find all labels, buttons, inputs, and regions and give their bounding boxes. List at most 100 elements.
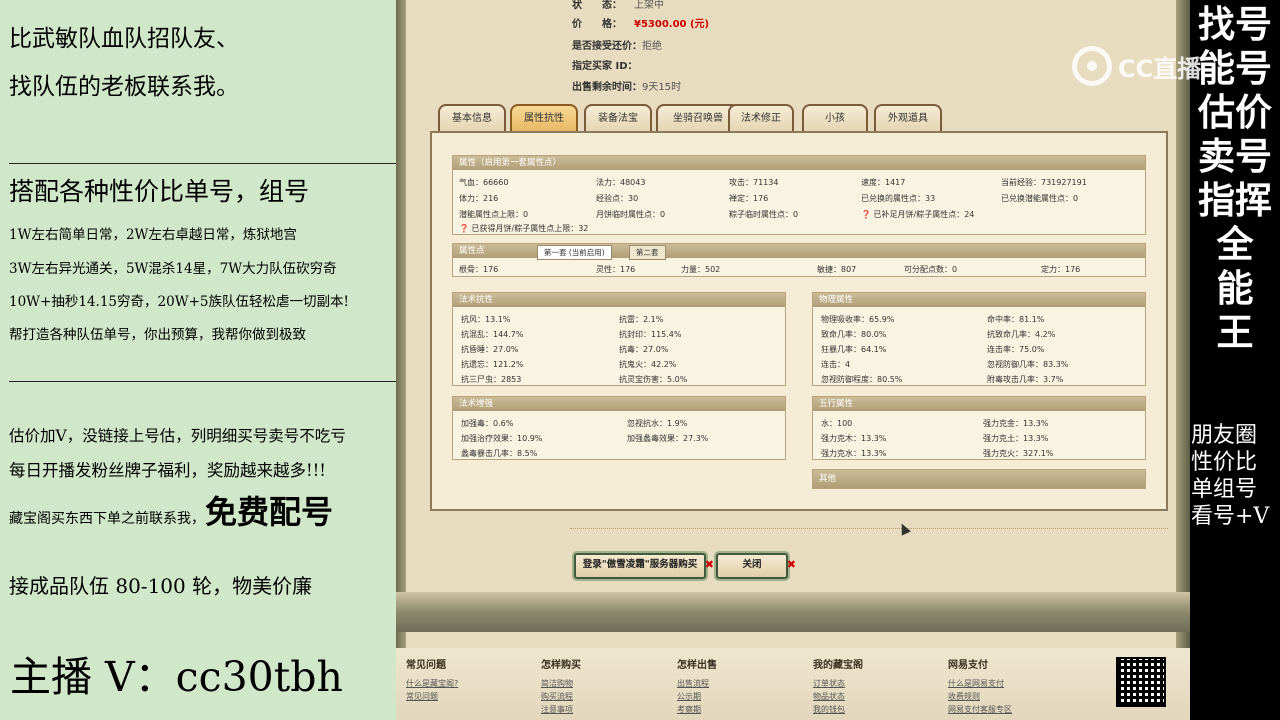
tab-appearance[interactable]: 外观道具 [874,104,942,132]
site-footer: 常见问题 什么是藏宝阁? 常见问题 怎样购买 简洁购物 购买流程 注意事项 怎样… [396,648,1190,720]
footer-col-pay: 网易支付 什么是网易支付 收费规则 网易支付客服专区 [948,660,1012,716]
tab-child[interactable]: 小孩 [802,104,868,132]
resist-cell: 抗昏睡：27.0% [461,345,519,354]
attr-cell: 当前经验：731927191 [1001,178,1087,187]
remaining-row: 出售剩余时间：9天15时 [572,82,682,93]
phys-cell: 致命几率：80.0% [821,330,887,339]
attr-cell: 体力：216 [459,194,499,203]
attributes-header: 属性（启用第一套属性点） [453,156,1145,170]
frame-right [1176,0,1190,650]
tab-basic-info[interactable]: 基本信息 [438,104,506,132]
footer-col-buy: 怎样购买 简洁购物 购买流程 注意事项 [541,660,581,716]
attr-cell: 禅定：176 [729,194,769,203]
footer-link[interactable]: 我的钱包 [813,703,863,716]
element-cell: 强力克火：327.1% [983,449,1054,458]
footer-link[interactable]: 注意事项 [541,703,581,716]
attributes-panel: 属性（启用第一套属性点） 气血：66660 法力：48043 攻击：71134 … [430,131,1168,511]
streamer-left-panel: 比武敏队血队招队友、 找队伍的老板联系我。 搭配各种性价比单号，组号 1W左右简… [0,0,396,720]
treasure-pavilion-page: 状 态： 上架中 价 格： ¥5300.00 (元) 是否接受还价：拒绝 指定买家 … [396,0,1190,720]
element-cell: 强力克土：13.3% [983,434,1049,443]
boost-cell: 加强蠡毒效果：27.3% [627,434,709,443]
combo-line-4: 帮打造各种队伍单号，你出预算，我帮你做到极致 [9,327,306,343]
phys-cell: 狂暴几率：64.1% [821,345,887,354]
resist-cell: 抗雷：2.1% [619,315,664,324]
banner-line: 指挥 [1198,178,1272,222]
banner-line: 估价 [1198,90,1272,134]
attribute-points-section: 属性点 第一套 (当前启用) 第二套 根骨：176 灵性：176 力量：502 … [452,243,1146,277]
combo-line-3: 10W+抽秒14.15穷奇，20W+5族队伍轻松虐一切副本! [9,294,349,310]
close-x-icon: ✖ [704,558,714,571]
streamer-right-panel: 找号 能号 估价 卖号 指挥 全 能 王 朋友圈 性价比 单组号 看号+V [1190,0,1280,720]
cc-logo-icon [1072,46,1112,86]
phys-cell: 忽视防御程度：80.5% [821,375,903,384]
footer-link[interactable]: 公示期 [677,690,717,703]
frame-bottom [396,592,1190,632]
treasure-line: 藏宝阁买东西下单之前联系我，免费配号 [9,487,333,533]
physical-header: 物理属性 [813,293,1145,307]
appraise-line-2: 每日开播发粉丝牌子福利，奖励越来越多!!! [9,461,326,480]
tab-equipment[interactable]: 装备法宝 [584,104,652,132]
footer-link[interactable]: 什么是网易支付 [948,677,1012,690]
footer-link[interactable]: 收费规则 [948,690,1012,703]
banner-line: 卖号 [1198,134,1272,178]
promo-lines: 朋友圈 性价比 单组号 看号+V [1191,422,1279,530]
host-contact: 主播 V：cc30tbh [10,653,343,701]
promo-line: 看号+V [1191,504,1270,529]
footer-link[interactable]: 订单状态 [813,677,863,690]
resist-cell: 抗灵宝伤害：5.0% [619,375,688,384]
price-row: 价 格： ¥5300.00 (元) [572,19,710,30]
footer-link[interactable]: 购买流程 [541,690,581,703]
attributes-section: 属性（启用第一套属性点） 气血：66660 法力：48043 攻击：71134 … [452,155,1146,235]
resist-cell: 抗三尸虫：2853 [461,375,522,384]
attr-cell: 已兑换潜能属性点：0 [1001,194,1079,203]
footer-link[interactable]: 简洁购物 [541,677,581,690]
tab-attributes[interactable]: 属性抗性 [510,104,578,132]
footer-col-mine: 我的藏宝阁 订单状态 物品状态 我的钱包 [813,660,863,716]
price-value: ¥5300.00 (元) [634,19,710,30]
attr-cell: 经验点：30 [596,194,639,203]
footer-link[interactable]: 网易支付客服专区 [948,703,1012,716]
footer-link[interactable]: 什么是藏宝阁? [406,677,458,690]
frame-left [396,0,406,650]
resist-cell: 抗鬼火：42.2% [619,360,677,369]
tab-spell-mods[interactable]: 法术修正 [728,104,794,132]
spell-boost-section: 法术增强 加强毒：0.6% 忽视抗水：1.9% 加强治疗效果：10.9% 加强蠡… [452,396,786,460]
login-buy-button[interactable]: 登录"傲雪凌霜"服务器购买 ✖ [574,553,714,579]
other-section[interactable]: 其他 [812,469,1146,489]
footer-link[interactable]: 物品状态 [813,690,863,703]
recruit-line-1: 比武敏队血队招队友、 [9,26,239,52]
subtab-set-1[interactable]: 第一套 (当前启用) [537,245,612,260]
treasure-prefix: 藏宝阁买东西下单之前联系我， [9,511,205,527]
divider [9,381,396,382]
promo-line: 朋友圈 [1191,423,1258,448]
boost-cell: 忽视抗水：1.9% [627,419,688,428]
close-x-icon: ✖ [786,558,796,571]
element-cell: 强力克木：13.3% [821,434,887,443]
footer-link[interactable]: 常见问题 [406,690,458,703]
qr-code-icon [1116,657,1166,707]
phys-cell: 忽视防御几率：83.3% [987,360,1069,369]
spell-boost-header: 法术增强 [453,397,785,411]
attr-cell: 已兑换的属性点：33 [861,194,936,203]
element-cell: 水：100 [821,419,853,428]
attr-cell: 速度：1417 [861,178,906,187]
footer-col-sell: 怎样出售 出售流程 公示期 考察期 [677,660,717,716]
close-button[interactable]: 关闭 ✖ [716,553,796,579]
resistance-section: 法术抗性 抗风：13.1% 抗雷：2.1% 抗混乱：144.7% 抗封印：115… [452,292,786,386]
boost-cell: 加强治疗效果：10.9% [461,434,543,443]
footer-link[interactable]: 考察期 [677,703,717,716]
phys-cell: 附毒攻击几率：3.7% [987,375,1064,384]
attr-cell: ❓ 已补足月饼/粽子属性点：24 [861,210,975,219]
attr-cell: ❓ 已获得月饼/粽子属性点上限：32 [459,224,589,233]
phys-cell: 物理吸收率：65.9% [821,315,895,324]
combo-title: 搭配各种性价比单号，组号 [9,177,310,206]
subtab-set-2[interactable]: 第二套 [629,245,666,260]
bargain-row: 是否接受还价：拒绝 [572,41,662,52]
attribute-points-header: 属性点 [459,246,485,256]
point-cell: 根骨：176 [459,265,499,274]
divider [9,163,396,164]
buyer-row: 指定买家 ID： [572,61,638,72]
divider [570,528,1168,529]
footer-link[interactable]: 出售流程 [677,677,717,690]
attr-cell: 粽子临时属性点：0 [729,210,799,219]
